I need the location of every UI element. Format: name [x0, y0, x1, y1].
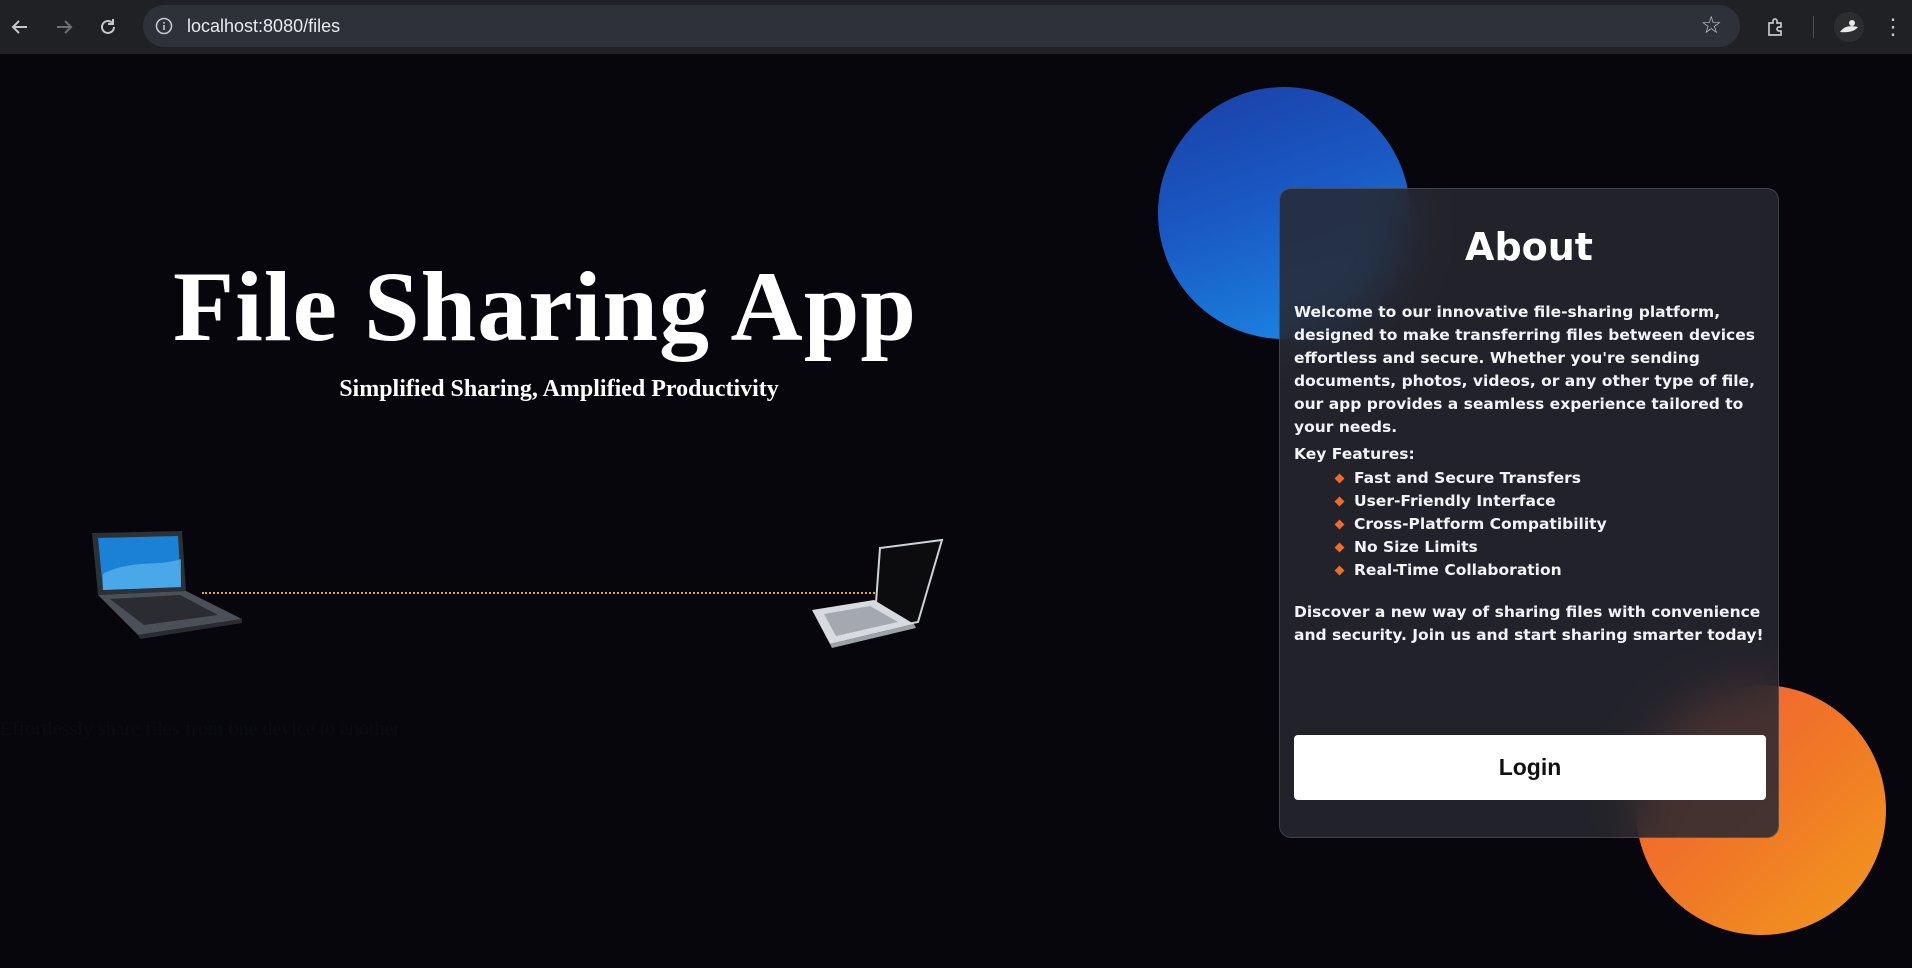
browser-toolbar: localhost:8080/files ☆ ⋮	[0, 0, 1912, 54]
feature-label: Fast and Secure Transfers	[1354, 469, 1581, 487]
diamond-bullet-icon	[1334, 519, 1345, 530]
diamond-bullet-icon	[1334, 542, 1345, 553]
about-intro: Welcome to our innovative file-sharing p…	[1294, 303, 1755, 436]
list-item: Cross-Platform Compatibility	[1334, 513, 1607, 536]
url-text[interactable]: localhost:8080/files	[187, 16, 340, 37]
page-title: File Sharing App	[173, 251, 917, 362]
laptop-icon	[92, 531, 242, 639]
laptop-icon	[812, 538, 944, 648]
feature-label: No Size Limits	[1354, 538, 1478, 556]
info-icon[interactable]	[151, 13, 177, 39]
tagline: Effortlessly share files from one device…	[0, 718, 401, 740]
back-arrow-icon[interactable]	[4, 11, 36, 43]
list-item: Fast and Secure Transfers	[1334, 467, 1607, 490]
address-bar[interactable]: localhost:8080/files ☆	[143, 5, 1740, 47]
features-title: Key Features:	[1294, 445, 1415, 463]
feature-label: Real-Time Collaboration	[1354, 561, 1562, 579]
page-subtitle: Simplified Sharing, Amplified Productivi…	[339, 376, 779, 402]
toolbar-divider	[1813, 16, 1814, 38]
about-outro: Discover a new way of sharing files with…	[1294, 603, 1764, 644]
diamond-bullet-icon	[1334, 473, 1345, 484]
kebab-menu-icon[interactable]: ⋮	[1882, 14, 1904, 40]
diamond-bullet-icon	[1334, 565, 1345, 576]
about-title: About	[1465, 225, 1593, 269]
list-item: User-Friendly Interface	[1334, 490, 1607, 513]
list-item: No Size Limits	[1334, 536, 1607, 559]
diamond-bullet-icon	[1334, 496, 1345, 507]
star-icon[interactable]: ☆	[1700, 12, 1722, 40]
feature-label: Cross-Platform Compatibility	[1354, 515, 1607, 533]
avatar[interactable]	[1834, 12, 1864, 42]
page-content: File Sharing App Simplified Sharing, Amp…	[0, 54, 1912, 968]
forward-arrow-icon[interactable]	[48, 11, 80, 43]
features-list: Fast and Secure Transfers User-Friendly …	[1334, 467, 1607, 582]
list-item: Real-Time Collaboration	[1334, 559, 1607, 582]
reload-icon[interactable]	[92, 11, 124, 43]
transfer-path	[202, 592, 882, 594]
puzzle-icon[interactable]	[1759, 10, 1793, 44]
about-card: About Welcome to our innovative file-sha…	[1279, 188, 1779, 838]
login-button[interactable]: Login	[1294, 735, 1766, 800]
feature-label: User-Friendly Interface	[1354, 492, 1556, 510]
